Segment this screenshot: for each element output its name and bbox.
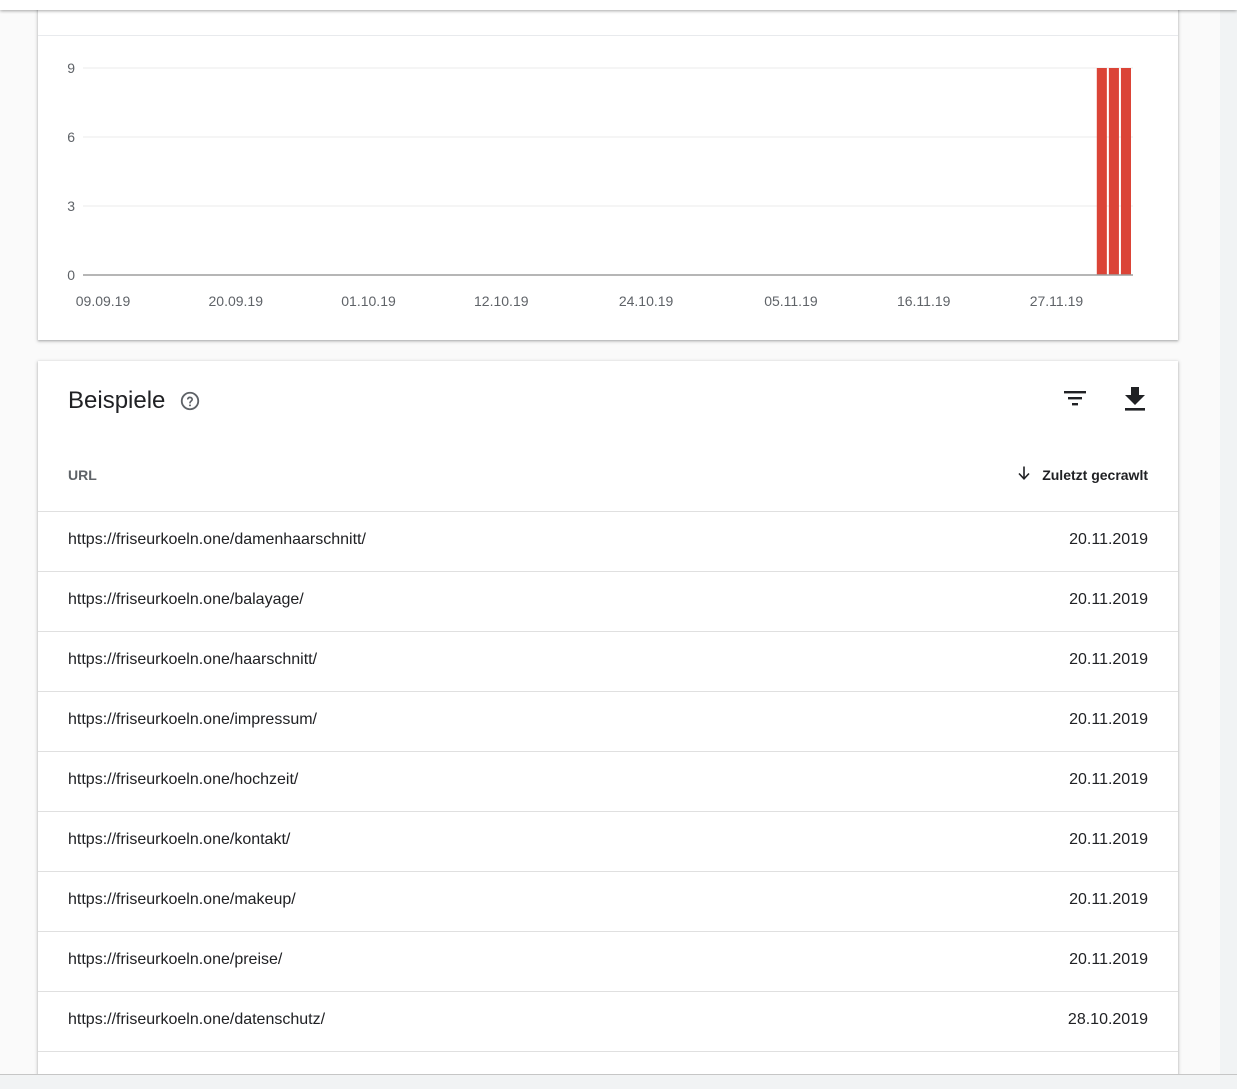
- arrow-down-icon: [1018, 466, 1030, 480]
- chart-bar: [1096, 68, 1107, 275]
- x-tick-label: 09.09.19: [76, 293, 131, 309]
- chart-gridlines: [83, 67, 1133, 207]
- chart-bars: [1096, 68, 1131, 275]
- x-tick-label: 16.11.19: [897, 293, 951, 309]
- filter-button[interactable]: [1057, 381, 1093, 417]
- row-url: https://friseurkoeln.one/datenschutz/: [68, 1011, 326, 1028]
- table-row[interactable]: https://friseurkoeln.one/datenschutz/ 28…: [38, 992, 1178, 1052]
- row-url: https://friseurkoeln.one/preise/: [68, 951, 283, 968]
- x-tick-label: 05.11.19: [764, 293, 818, 309]
- horizontal-scrollbar[interactable]: [0, 1074, 1237, 1089]
- table-header: URL Zuletzt gecrawlt: [38, 451, 1178, 512]
- row-url: https://friseurkoeln.one/balayage/: [68, 591, 304, 608]
- column-header-last-crawled-label: Zuletzt gecrawlt: [1042, 467, 1148, 483]
- examples-table-body: https://friseurkoeln.one/damenhaarschnit…: [38, 512, 1178, 1052]
- row-url: https://friseurkoeln.one/haarschnitt/: [68, 651, 318, 668]
- row-url: https://friseurkoeln.one/kontakt/: [68, 831, 291, 848]
- row-last-crawled: 20.11.2019: [1069, 531, 1148, 548]
- table-row[interactable]: https://friseurkoeln.one/kontakt/ 20.11.…: [38, 812, 1178, 872]
- y-axis-ticks: 0 3 6 9: [67, 60, 75, 283]
- chart-bar: [1108, 68, 1119, 275]
- row-url: https://friseurkoeln.one/damenhaarschnit…: [68, 531, 366, 548]
- table-row[interactable]: https://friseurkoeln.one/impressum/ 20.1…: [38, 692, 1178, 752]
- filter-icon: [1064, 391, 1086, 406]
- table-row[interactable]: https://friseurkoeln.one/balayage/ 20.11…: [38, 572, 1178, 632]
- row-url: https://friseurkoeln.one/makeup/: [68, 891, 296, 908]
- table-row[interactable]: https://friseurkoeln.one/haarschnitt/ 20…: [38, 632, 1178, 692]
- row-url: https://friseurkoeln.one/hochzeit/: [68, 771, 299, 788]
- row-last-crawled: 20.11.2019: [1069, 591, 1148, 608]
- chart-bar: [1120, 68, 1131, 275]
- chart-card: 0 3 6 9 09.09.19 20.09.19 01.10.19 12.10.19 24.…: [38, 0, 1178, 340]
- table-row[interactable]: https://friseurkoeln.one/makeup/ 20.11.2…: [38, 872, 1178, 932]
- y-tick-label: 0: [67, 267, 75, 283]
- examples-card: Beispiele URL Zuletzt gecrawlt https://f…: [38, 361, 1178, 1088]
- top-app-bar-edge: [0, 0, 1237, 10]
- row-last-crawled: 28.10.2019: [1067, 1011, 1148, 1028]
- row-last-crawled: 20.11.2019: [1069, 951, 1148, 968]
- x-axis-ticks: 09.09.19 20.09.19 01.10.19 12.10.19 24.10.19…: [76, 293, 1084, 309]
- x-tick-label: 01.10.19: [341, 293, 396, 309]
- x-tick-label: 24.10.19: [619, 293, 674, 309]
- row-last-crawled: 20.11.2019: [1069, 771, 1148, 788]
- y-tick-label: 9: [67, 60, 75, 76]
- x-tick-label: 12.10.19: [474, 293, 529, 309]
- x-tick-label: 20.09.19: [209, 293, 264, 309]
- y-tick-label: 3: [67, 198, 75, 214]
- download-button[interactable]: [1117, 381, 1153, 417]
- x-tick-label: 27.11.19: [1030, 293, 1084, 309]
- column-header-url: URL: [68, 467, 97, 483]
- bar-chart: 0 3 6 9 09.09.19 20.09.19 01.10.19 12.10.19 24.…: [67, 60, 1133, 309]
- table-row[interactable]: https://friseurkoeln.one/preise/ 20.11.2…: [38, 932, 1178, 992]
- table-row[interactable]: https://friseurkoeln.one/hochzeit/ 20.11…: [38, 752, 1178, 812]
- help-circle-icon[interactable]: [179, 390, 201, 412]
- row-last-crawled: 20.11.2019: [1069, 831, 1148, 848]
- y-tick-label: 6: [67, 129, 75, 145]
- row-last-crawled: 20.11.2019: [1069, 651, 1148, 668]
- row-url: https://friseurkoeln.one/impressum/: [68, 711, 317, 728]
- column-header-last-crawled[interactable]: Zuletzt gecrawlt: [1016, 466, 1148, 483]
- download-icon: [1125, 387, 1145, 411]
- table-row[interactable]: https://friseurkoeln.one/damenhaarschnit…: [38, 512, 1178, 572]
- examples-title: Beispiele: [68, 387, 166, 414]
- row-last-crawled: 20.11.2019: [1069, 891, 1148, 908]
- row-last-crawled: 20.11.2019: [1069, 711, 1148, 728]
